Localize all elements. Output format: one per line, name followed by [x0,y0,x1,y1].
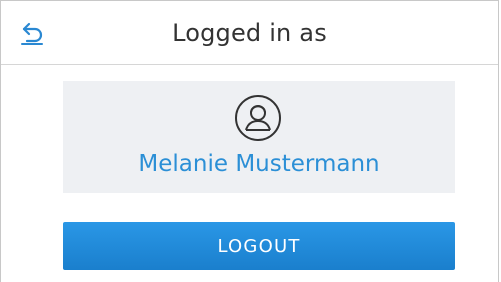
page-title: Logged in as [172,19,327,47]
logout-button[interactable]: LOGOUT [63,222,455,270]
logged-in-screen: Logged in as Melanie Mustermann LOGOUT [0,0,499,282]
user-card: Melanie Mustermann [63,81,455,193]
user-avatar-icon [235,95,281,141]
user-name: Melanie Mustermann [138,151,380,177]
header-bar: Logged in as [1,1,498,65]
